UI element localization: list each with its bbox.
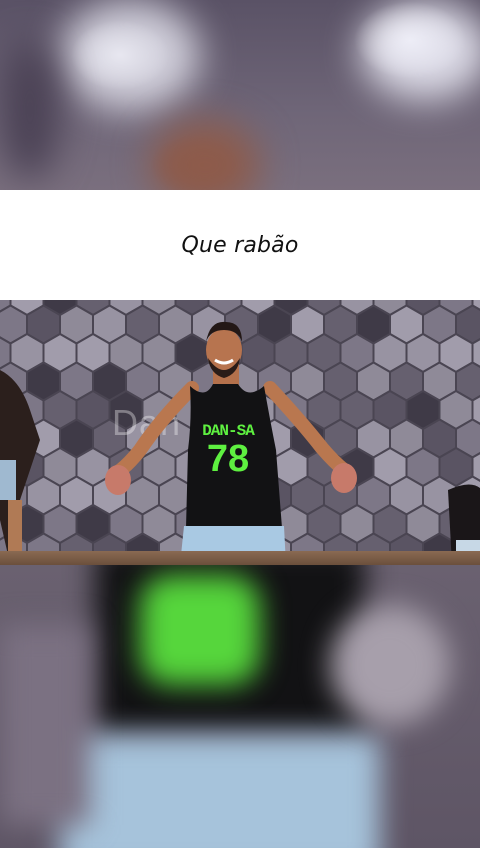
video-frame[interactable]: Dan fit.br DAN-SA 78 <box>0 300 480 565</box>
shirt-number-print: 78 <box>206 438 250 480</box>
blurred-background-bottom <box>0 565 480 848</box>
stage-floor <box>0 551 480 565</box>
caption-text: Que rabão <box>181 232 299 258</box>
blurred-background-top <box>0 0 480 190</box>
caption-band: Que rabão <box>0 190 480 300</box>
